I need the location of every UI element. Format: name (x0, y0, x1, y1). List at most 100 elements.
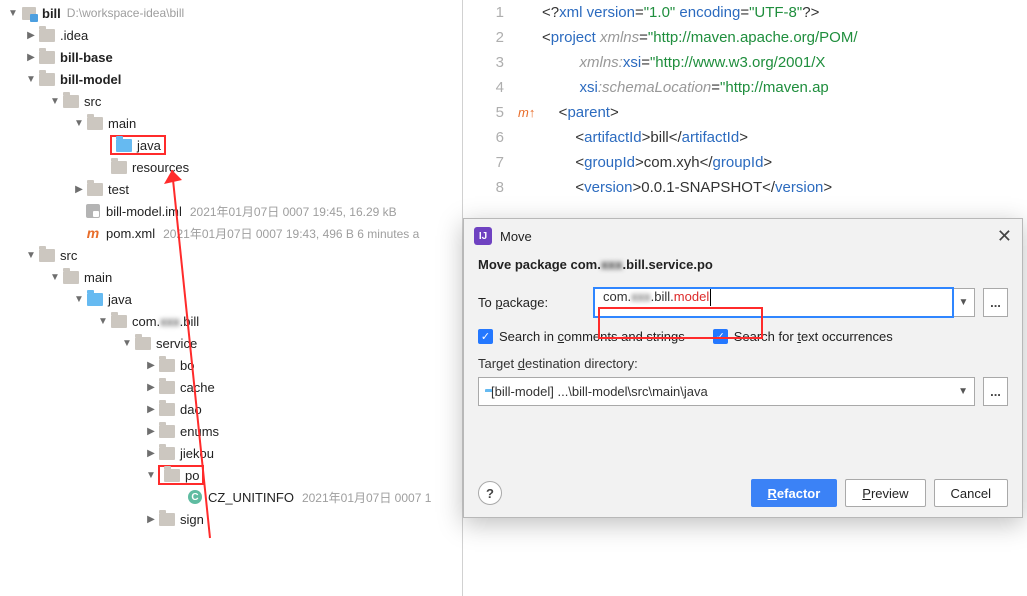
chevron-right-icon[interactable]: ▶ (144, 448, 158, 459)
to-package-input[interactable]: com.xxx.bill.model (594, 288, 953, 317)
line-number: 7 (463, 154, 518, 171)
tree-item-test[interactable]: ▶ test (0, 178, 462, 200)
search-comments-checkbox[interactable]: ✓ Search in comments and strings (478, 329, 685, 344)
to-package-label: To package: (478, 295, 594, 310)
to-package-dropdown[interactable]: ▼ (953, 288, 975, 317)
tree-item-src1[interactable]: ▼ src (0, 90, 462, 112)
root-path: D:\workspace-idea\bill (67, 6, 184, 20)
project-tree[interactable]: ▼ bill D:\workspace-idea\bill ▶ .idea ▶ … (0, 0, 463, 596)
tree-item-java2[interactable]: ▼ java (0, 288, 462, 310)
chevron-down-icon[interactable]: ▼ (72, 294, 86, 305)
cancel-button[interactable]: Cancel (934, 479, 1008, 507)
chevron-down-icon: ▼ (958, 386, 968, 397)
tree-item-cache[interactable]: ▶ cache (0, 376, 462, 398)
chevron-down-icon[interactable]: ▼ (24, 74, 38, 85)
folder-icon (38, 246, 56, 264)
iml-icon (84, 202, 102, 220)
search-text-checkbox[interactable]: ✓ Search for text occurrences (713, 329, 893, 344)
folder-icon (86, 114, 104, 132)
help-button[interactable]: ? (478, 481, 502, 505)
destination-select[interactable]: [bill-model] ...\bill-model\src\main\jav… (478, 377, 975, 406)
tree-item-src2[interactable]: ▼ src (0, 244, 462, 266)
folder-icon (158, 400, 176, 418)
chevron-down-icon[interactable]: ▼ (48, 272, 62, 283)
chevron-right-icon[interactable]: ▶ (24, 30, 38, 41)
tree-item-pom[interactable]: ▶ m pom.xml 2021年01月07日 0007 19:43, 496 … (0, 222, 462, 244)
folder-icon (158, 378, 176, 396)
dialog-titlebar[interactable]: IJ Move ✕ (464, 219, 1022, 253)
tree-item-bo[interactable]: ▶ bo (0, 354, 462, 376)
checkmark-icon: ✓ (478, 329, 493, 344)
refactor-button[interactable]: Refactor (751, 479, 838, 507)
chevron-right-icon[interactable]: ▶ (144, 382, 158, 393)
tree-item-enums[interactable]: ▶ enums (0, 420, 462, 442)
chevron-right-icon[interactable]: ▶ (144, 360, 158, 371)
checkmark-icon: ✓ (713, 329, 728, 344)
folder-icon (62, 92, 80, 110)
code-content: xsi:schemaLocation="http://maven.ap (542, 79, 829, 96)
intellij-icon: IJ (474, 227, 492, 245)
chevron-right-icon[interactable]: ▶ (24, 52, 38, 63)
folder-icon (134, 334, 152, 352)
chevron-down-icon[interactable]: ▼ (72, 118, 86, 129)
code-content: <groupId>com.xyh</groupId> (542, 154, 772, 171)
browse-destination-button[interactable]: ... (983, 377, 1008, 406)
resources-folder-icon (110, 158, 128, 176)
chevron-down-icon[interactable]: ▼ (24, 250, 38, 261)
root-name: bill (42, 6, 61, 21)
code-line[interactable]: 4 xsi:schemaLocation="http://maven.ap (463, 75, 1027, 100)
tree-item-main1[interactable]: ▼ main (0, 112, 462, 134)
code-content: <?xml version="1.0" encoding="UTF-8"?> (542, 4, 819, 21)
code-line[interactable]: 8 <version>0.0.1-SNAPSHOT</version> (463, 175, 1027, 200)
tree-item-sign[interactable]: ▶ sign (0, 508, 462, 530)
close-icon[interactable]: ✕ (997, 226, 1012, 247)
gutter-mark: m↑ (518, 105, 542, 120)
code-line[interactable]: 5m↑ <parent> (463, 100, 1027, 125)
tree-item-dao[interactable]: ▶ dao (0, 398, 462, 420)
chevron-down-icon[interactable]: ▼ (6, 8, 20, 19)
tree-item-class[interactable]: ▶ C CZ_UNITINFO 2021年01月07日 0007 1 (0, 486, 462, 508)
line-number: 6 (463, 129, 518, 146)
tree-item-resources[interactable]: ▶ resources (0, 156, 462, 178)
chevron-right-icon[interactable]: ▶ (144, 404, 158, 415)
line-number: 4 (463, 79, 518, 96)
browse-package-button[interactable]: ... (983, 288, 1008, 317)
preview-button[interactable]: Preview (845, 479, 925, 507)
tree-item-main2[interactable]: ▼ main (0, 266, 462, 288)
class-icon: C (186, 488, 204, 506)
code-line[interactable]: 1<?xml version="1.0" encoding="UTF-8"?> (463, 0, 1027, 25)
folder-icon (163, 466, 181, 484)
code-line[interactable]: 3 xmlns:xsi="http://www.w3.org/2001/X (463, 50, 1027, 75)
code-line[interactable]: 7 <groupId>com.xyh</groupId> (463, 150, 1027, 175)
module-icon (38, 48, 56, 66)
chevron-down-icon[interactable]: ▼ (48, 96, 62, 107)
line-number: 3 (463, 54, 518, 71)
chevron-right-icon[interactable]: ▶ (72, 184, 86, 195)
tree-item-idea[interactable]: ▶ .idea (0, 24, 462, 46)
tree-root[interactable]: ▼ bill D:\workspace-idea\bill (0, 2, 462, 24)
folder-icon (158, 444, 176, 462)
folder-icon (158, 356, 176, 374)
tree-item-billmodel[interactable]: ▼ bill-model (0, 68, 462, 90)
destination-label: Target destination directory: (478, 356, 1008, 371)
tree-item-billbase[interactable]: ▶ bill-base (0, 46, 462, 68)
chevron-right-icon[interactable]: ▶ (144, 426, 158, 437)
module-icon (20, 4, 38, 22)
chevron-down-icon[interactable]: ▼ (144, 470, 158, 481)
code-line[interactable]: 6 <artifactId>bill</artifactId> (463, 125, 1027, 150)
tree-item-package[interactable]: ▼ com.xxx.bill (0, 310, 462, 332)
tree-item-iml[interactable]: ▶ bill-model.iml 2021年01月07日 0007 19:45,… (0, 200, 462, 222)
tree-item-service[interactable]: ▼ service (0, 332, 462, 354)
dialog-title-text: Move (500, 229, 532, 244)
chevron-down-icon[interactable]: ▼ (120, 338, 134, 349)
code-content: <parent> (542, 104, 619, 121)
chevron-right-icon[interactable]: ▶ (144, 514, 158, 525)
code-line[interactable]: 2<project xmlns="http://maven.apache.org… (463, 25, 1027, 50)
source-folder-icon (115, 136, 133, 154)
maven-icon: m (84, 224, 102, 242)
tree-item-java1[interactable]: ▶ java (0, 134, 462, 156)
tree-item-jiekou[interactable]: ▶ jiekou (0, 442, 462, 464)
chevron-down-icon[interactable]: ▼ (96, 316, 110, 327)
dialog-heading: Move package com.xxx.bill.service.po (478, 257, 1008, 272)
tree-item-po[interactable]: ▼ po (0, 464, 462, 486)
